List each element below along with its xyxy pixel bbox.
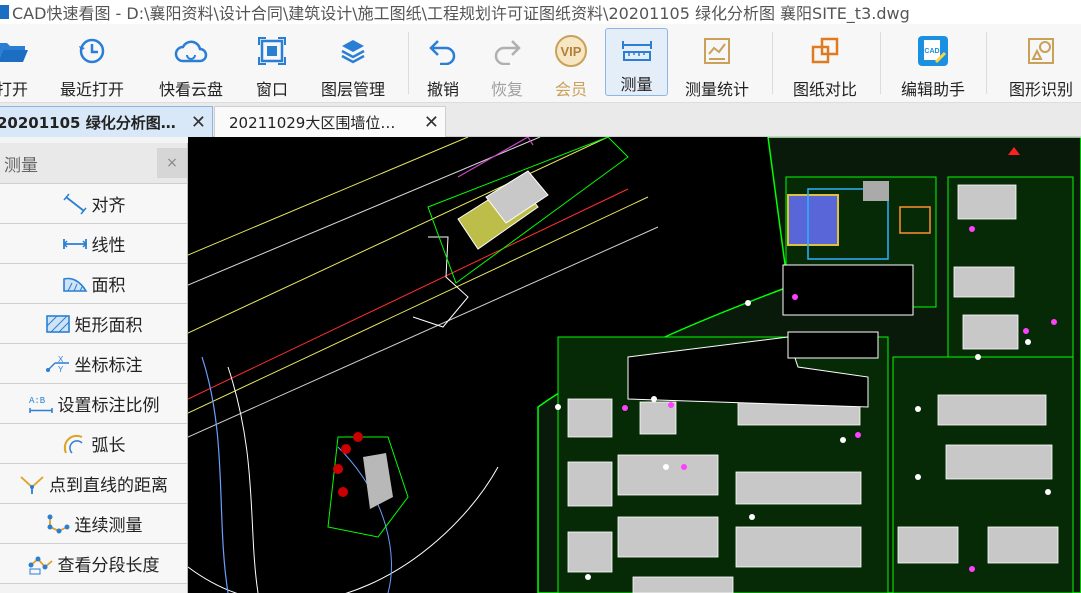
toolbar-separator [408,32,409,94]
svg-text:VIP: VIP [561,44,582,59]
edit-helper-button[interactable]: CAD 编辑助手 [894,24,972,102]
align-measure-icon [62,193,88,215]
vip-badge-icon: VIP [551,30,591,72]
shape-recognize-icon [1021,30,1061,72]
compare-squares-icon [805,30,845,72]
measure-segment-item[interactable]: 查看分段长度 [0,544,187,584]
tab-label: 20211029大区围墙位… [229,113,396,132]
area-measure-icon [62,273,88,295]
coordinate-icon: XY [45,353,71,375]
measure-scale-item[interactable]: A:B 设置标注比例 [0,384,187,424]
toolbar-separator [772,32,773,94]
title-bar: CAD快速看图 - D:\襄阳资料\设计合同\建筑设计\施工图纸\工程规划许可证… [0,0,1081,24]
continuous-measure-icon [45,513,71,535]
measure-panel: 测量 × 对齐 线性 面积 矩形面积 XY 坐标标注 A:B 设置标注比例 弧长… [0,143,188,593]
layers-icon [333,30,373,72]
ruler-measure-icon [617,31,657,67]
measure-arc-length-item[interactable]: 弧长 [0,424,187,464]
main-toolbar: 打开 最近打开 快看云盘 窗口 图层管理 撤销 恢复 [0,24,1081,103]
window-title: CAD快速看图 - D:\襄阳资料\设计合同\建筑设计\施工图纸\工程规划许可证… [12,4,910,23]
arc-length-icon [62,433,88,455]
measure-rect-area-item[interactable]: 矩形面积 [0,304,187,344]
measure-continuous-item[interactable]: 连续测量 [0,504,187,544]
measure-align-item[interactable]: 对齐 [0,184,187,224]
point-line-distance-icon [19,473,45,495]
document-tab-bar: 20201105 绿化分析图… ✕ 20211029大区围墙位… ✕ [0,103,1081,137]
segment-length-icon [28,553,54,575]
measure-panel-header: 测量 × [0,143,187,184]
undo-button[interactable]: 撤销 [420,24,466,102]
linear-measure-icon [62,233,88,255]
cad-edit-icon: CAD [913,30,953,72]
measure-statistics-button[interactable]: 测量统计 [680,24,754,102]
cloud-icon [171,30,211,72]
tab-wall-position[interactable]: 20211029大区围墙位… ✕ [214,106,446,137]
svg-text:A:B: A:B [29,396,46,406]
tab-close-icon[interactable]: ✕ [424,112,439,133]
cad-drawing-canvas[interactable] [188,137,1081,593]
toolbar-separator [880,32,881,94]
measure-coordinate-item[interactable]: XY 坐标标注 [0,344,187,384]
undo-arrow-icon [423,30,463,72]
window-frame-icon [252,30,292,72]
redo-button[interactable]: 恢复 [484,24,530,102]
tab-close-icon[interactable]: ✕ [191,112,206,133]
svg-text:CAD: CAD [924,48,939,55]
panel-close-icon[interactable]: × [157,148,187,178]
tab-green-analysis[interactable]: 20201105 绿化分析图… ✕ [0,106,213,137]
rect-area-icon [45,313,71,335]
redo-arrow-icon [487,30,527,72]
measure-panel-title: 测量 [4,155,38,176]
measure-linear-item[interactable]: 线性 [0,224,187,264]
layer-manager-button[interactable]: 图层管理 [314,24,392,102]
shape-recognition-button[interactable]: 图形识别 [1004,24,1078,102]
vip-member-button[interactable]: VIP 会员 [548,24,594,102]
cloud-drive-button[interactable]: 快看云盘 [152,24,230,102]
measure-button[interactable]: 测量 [605,28,668,96]
measure-point-line-item[interactable]: 点到直线的距离 [0,464,187,504]
scale-icon: A:B [28,393,54,415]
open-button[interactable]: 打开 [0,24,38,102]
tab-label: 20201105 绿化分析图… [0,113,176,132]
svg-text:Y: Y [58,365,64,374]
cad-drawing [188,137,1081,593]
app-icon [0,5,9,19]
clock-history-icon [72,30,112,72]
measure-area-item[interactable]: 面积 [0,264,187,304]
recent-open-button[interactable]: 最近打开 [54,24,130,102]
measure-chart-icon [697,30,737,72]
folder-open-icon [0,30,32,72]
window-button[interactable]: 窗口 [248,24,296,102]
toolbar-separator [986,32,987,94]
drawing-compare-button[interactable]: 图纸对比 [788,24,862,102]
